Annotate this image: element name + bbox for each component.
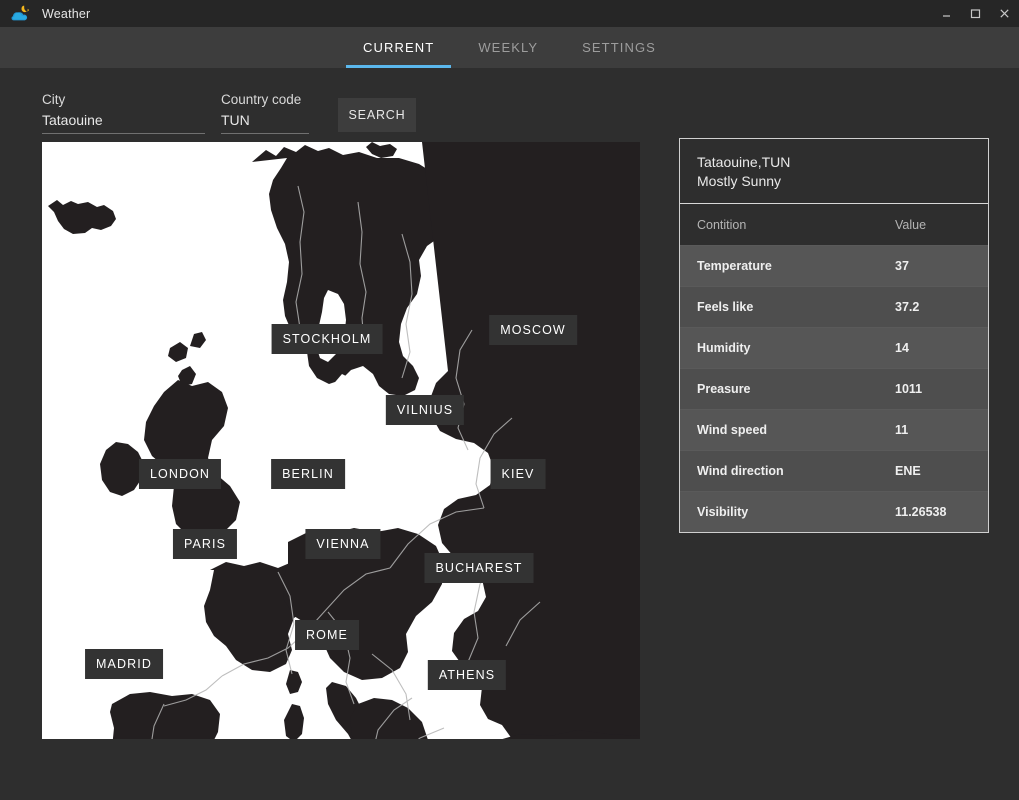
row-label: Temperature bbox=[680, 245, 878, 287]
city-label-bucharest[interactable]: BUCHAREST bbox=[424, 553, 534, 583]
table-row: Wind speed 11 bbox=[680, 409, 988, 451]
row-value: 37.2 bbox=[878, 286, 988, 328]
column-header-value: Value bbox=[878, 204, 988, 246]
city-field-group: City bbox=[42, 92, 205, 134]
table-row: Temperature 37 bbox=[680, 245, 988, 287]
city-label-moscow[interactable]: MOSCOW bbox=[489, 315, 577, 345]
city-label-madrid[interactable]: MADRID bbox=[85, 649, 163, 679]
table-row: Wind direction ENE bbox=[680, 450, 988, 492]
city-label-paris[interactable]: PARIS bbox=[172, 529, 238, 559]
city-label-berlin[interactable]: BERLIN bbox=[271, 459, 345, 489]
country-code-label: Country code bbox=[221, 92, 302, 107]
europe-map[interactable]: STOCKHOLM MOSCOW VILNIUS LONDON BERLIN K… bbox=[42, 142, 640, 739]
city-label-athens[interactable]: ATHENS bbox=[427, 660, 507, 690]
city-label-rome[interactable]: ROME bbox=[295, 620, 359, 650]
weather-cloud-moon-icon bbox=[11, 4, 31, 24]
panel-location: Tataouine,TUN bbox=[697, 154, 791, 170]
tab-current[interactable]: CURRENT bbox=[341, 27, 456, 68]
window-controls bbox=[932, 0, 1019, 27]
row-value: 11.26538 bbox=[878, 491, 988, 532]
city-label-london[interactable]: LONDON bbox=[138, 459, 222, 489]
country-field-group: Country code bbox=[221, 92, 309, 134]
row-value: 14 bbox=[878, 327, 988, 369]
main-content: City Country code SEARCH bbox=[0, 68, 1019, 800]
search-form: City Country code SEARCH bbox=[42, 92, 416, 134]
column-header-condition: Contition bbox=[680, 204, 878, 246]
city-label-kiev[interactable]: KIEV bbox=[490, 459, 546, 489]
window-title: Weather bbox=[42, 6, 91, 21]
city-label-vienna[interactable]: VIENNA bbox=[305, 529, 381, 559]
row-value: 37 bbox=[878, 245, 988, 287]
row-value: 1011 bbox=[878, 368, 988, 410]
row-label: Wind direction bbox=[680, 450, 878, 492]
tab-weekly[interactable]: WEEKLY bbox=[456, 27, 560, 68]
row-label: Visibility bbox=[680, 491, 878, 532]
city-label-stockholm[interactable]: STOCKHOLM bbox=[271, 324, 383, 354]
weather-table: Contition Value Temperature 37 Feels lik… bbox=[680, 204, 988, 532]
table-row: Visibility 11.26538 bbox=[680, 491, 988, 532]
table-header-row: Contition Value bbox=[680, 204, 988, 246]
search-button[interactable]: SEARCH bbox=[338, 98, 416, 132]
row-label: Feels like bbox=[680, 286, 878, 328]
tab-bar: CURRENT WEEKLY SETTINGS bbox=[0, 27, 1019, 68]
row-label: Humidity bbox=[680, 327, 878, 369]
weather-info-panel: Tataouine,TUN Mostly Sunny Contition Val… bbox=[679, 138, 989, 533]
table-row: Feels like 37.2 bbox=[680, 286, 988, 328]
row-label: Wind speed bbox=[680, 409, 878, 451]
city-label-vilnius[interactable]: VILNIUS bbox=[385, 395, 465, 425]
city-input[interactable] bbox=[42, 112, 205, 134]
country-code-input[interactable] bbox=[221, 112, 309, 134]
close-icon[interactable] bbox=[990, 0, 1019, 27]
panel-condition-summary: Mostly Sunny bbox=[697, 173, 782, 189]
table-row: Humidity 14 bbox=[680, 327, 988, 369]
row-value: ENE bbox=[878, 450, 988, 492]
table-row: Preasure 1011 bbox=[680, 368, 988, 410]
city-label: City bbox=[42, 92, 66, 107]
panel-header: Tataouine,TUN Mostly Sunny bbox=[680, 139, 988, 203]
tab-settings[interactable]: SETTINGS bbox=[560, 27, 678, 68]
maximize-icon[interactable] bbox=[961, 0, 990, 27]
title-bar: Weather bbox=[0, 0, 1019, 27]
row-value: 11 bbox=[878, 409, 988, 451]
row-label: Preasure bbox=[680, 368, 878, 410]
minimize-icon[interactable] bbox=[932, 0, 961, 27]
